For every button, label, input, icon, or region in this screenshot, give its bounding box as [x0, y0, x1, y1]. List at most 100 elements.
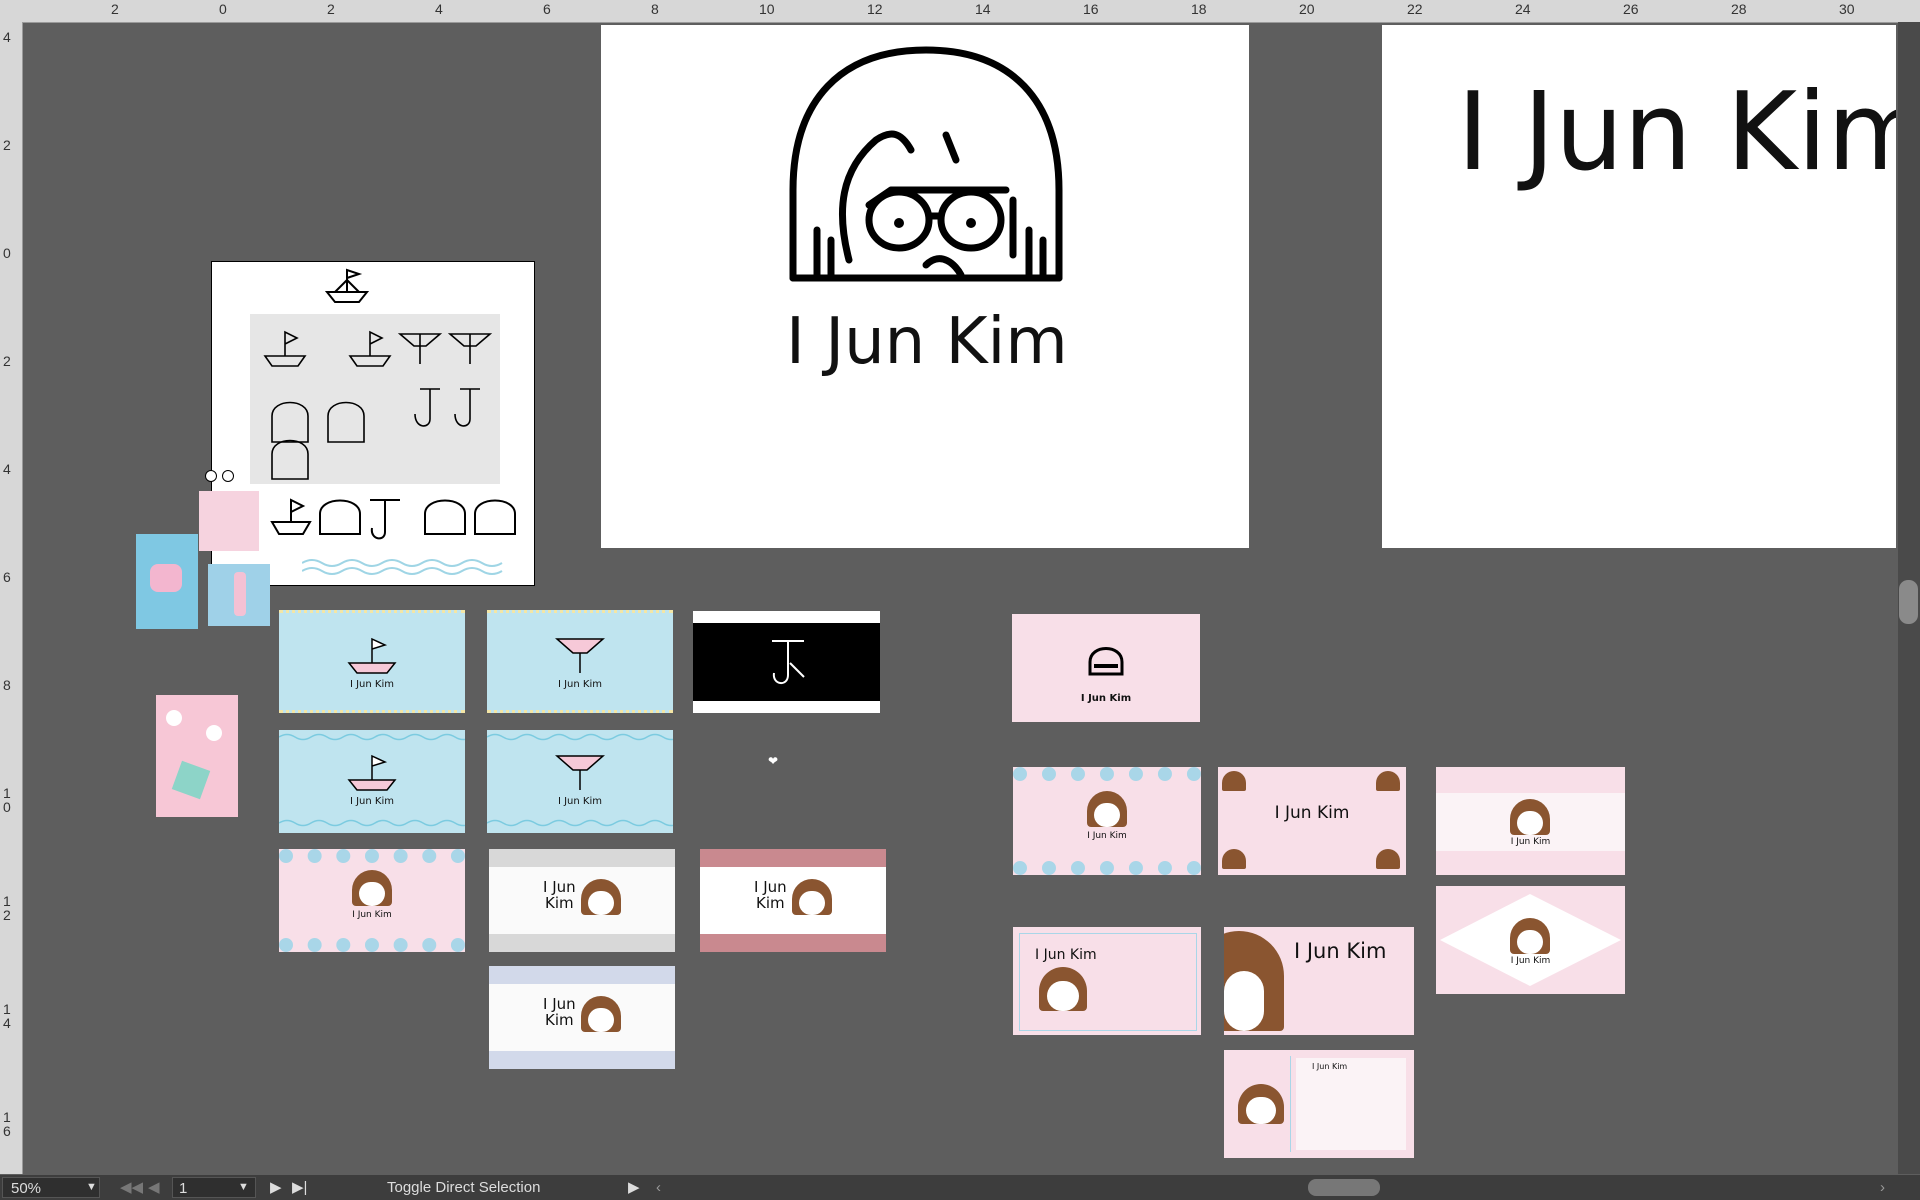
- business-card[interactable]: I Jun Kim: [1012, 614, 1200, 722]
- business-card[interactable]: I Jun Kim: [700, 849, 886, 952]
- girl-face-icon: [1224, 931, 1284, 1031]
- ruler-label: 30: [1839, 1, 1855, 17]
- card-name: I Jun Kim: [1294, 939, 1387, 963]
- business-card[interactable]: [693, 611, 880, 713]
- girl-face-icon: [1238, 1084, 1284, 1124]
- ruler-label: 2: [3, 137, 11, 153]
- ruler-label: 6: [543, 1, 551, 17]
- business-card[interactable]: I Jun Kim: [489, 849, 675, 952]
- girl-face-icon: [581, 996, 621, 1032]
- girl-face-icon: [581, 879, 621, 915]
- girl-face-icon: [1376, 849, 1400, 869]
- business-card[interactable]: I Jun Kim: [1436, 767, 1625, 875]
- artboard-logo[interactable]: I Jun Kim: [601, 25, 1249, 548]
- business-card[interactable]: I Jun Kim: [279, 610, 465, 713]
- business-card[interactable]: I Jun Kim: [487, 730, 673, 833]
- girl-face-logo-icon: [789, 46, 1063, 282]
- girl-face-icon: [1510, 918, 1550, 954]
- ruler-label: 28: [1731, 1, 1747, 17]
- business-card[interactable]: I Jun Kim: [1436, 886, 1625, 994]
- card-name-split: I Jun Kim: [543, 878, 576, 912]
- card-name: I Jun Kim: [557, 796, 602, 807]
- ruler-label: 0: [219, 1, 227, 17]
- ruler-label: 8: [3, 677, 11, 693]
- ruler-label: 1 2: [3, 893, 11, 923]
- origami-plane-icon: [555, 755, 605, 790]
- ruler-label: 1 4: [3, 1001, 11, 1031]
- business-card[interactable]: I Jun Kim: [489, 966, 675, 1069]
- photo-thumbnail[interactable]: [208, 564, 270, 626]
- card-name: I Jun Kim: [352, 910, 392, 920]
- next-page-icon[interactable]: ▶: [270, 1175, 282, 1200]
- photo-thumbnail[interactable]: [199, 491, 259, 551]
- horizontal-ruler[interactable]: 2 0 2 4 6 8 10 12 14 16 18 20 22 24 26 28 30: [0, 0, 1920, 23]
- girl-face-icon: [1087, 791, 1127, 827]
- ruler-label: 18: [1191, 1, 1207, 17]
- girl-face-icon: [1222, 849, 1246, 869]
- selection-handle[interactable]: [222, 470, 234, 482]
- scroll-right-icon[interactable]: ›: [1880, 1175, 1885, 1200]
- card-name: I Jun Kim: [1035, 947, 1097, 963]
- logo-variations-strip: [270, 498, 516, 540]
- play-icon[interactable]: ▶: [628, 1175, 640, 1200]
- ruler-label: 1 0: [3, 785, 11, 815]
- origami-plane-icon: [555, 638, 605, 673]
- wave-pattern: [302, 559, 503, 575]
- ruler-label: 2: [327, 1, 335, 17]
- monogram-icon: [772, 640, 805, 684]
- business-card[interactable]: I Jun Kim: [279, 849, 465, 952]
- card-name-split: I Jun Kim: [754, 878, 787, 912]
- card-name: I Jun Kim: [1087, 831, 1127, 841]
- ruler-label: 10: [759, 1, 775, 17]
- previous-page-icon[interactable]: ◀: [148, 1175, 160, 1200]
- card-name: I Jun Kim: [1510, 956, 1551, 966]
- ruler-label: 2: [111, 1, 119, 17]
- card-name: I Jun Kim: [1312, 1062, 1348, 1071]
- business-card[interactable]: I Jun Kim: [1013, 927, 1201, 1035]
- paper-boat-icon: [347, 637, 397, 674]
- chevron-down-icon[interactable]: ▼: [238, 1175, 249, 1200]
- girl-face-icon: [1039, 967, 1087, 1011]
- vertical-scrollbar-thumb[interactable]: [1899, 580, 1918, 624]
- scroll-left-icon[interactable]: ‹: [656, 1175, 661, 1200]
- ruler-label: 6: [3, 569, 11, 585]
- paper-boat-icon: [347, 754, 397, 791]
- ruler-label: 2: [3, 353, 11, 369]
- sketch-photo: [250, 314, 500, 484]
- heart-icon: ❤: [768, 754, 779, 768]
- last-page-icon[interactable]: ▶|: [292, 1175, 307, 1200]
- card-name: I Jun Kim: [1080, 693, 1132, 704]
- girl-face-icon: [792, 879, 832, 915]
- photo-thumbnail[interactable]: [156, 695, 238, 817]
- ruler-label: 12: [867, 1, 883, 17]
- business-card[interactable]: I Jun Kim: [1224, 1050, 1414, 1158]
- first-page-icon[interactable]: ◀◀: [120, 1175, 143, 1200]
- ruler-label: 4: [435, 1, 443, 17]
- horizontal-scrollbar-thumb[interactable]: [1308, 1179, 1380, 1196]
- chevron-down-icon[interactable]: ▼: [86, 1175, 97, 1200]
- status-bar: 50% ▼ ◀◀ ◀ 1 ▼ ▶ ▶| Toggle Direct Select…: [0, 1175, 1920, 1200]
- ruler-label: 4: [3, 461, 11, 477]
- ruler-label: 8: [651, 1, 659, 17]
- ruler-label: 24: [1515, 1, 1531, 17]
- selection-handle[interactable]: [205, 470, 217, 482]
- business-card[interactable]: I Jun Kim: [487, 610, 673, 713]
- card-name: I Jun Kim: [1274, 803, 1350, 823]
- artboard-wordmark[interactable]: I Jun Kim: [1382, 25, 1896, 548]
- girl-face-icon: [1222, 771, 1246, 791]
- card-name: I Jun Kim: [349, 679, 394, 690]
- ruler-label: 4: [3, 29, 11, 45]
- selected-moodboard[interactable]: [211, 261, 535, 586]
- ruler-label: 20: [1299, 1, 1315, 17]
- girl-face-icon: [352, 870, 392, 906]
- girl-face-icon: [1376, 771, 1400, 791]
- business-card[interactable]: I Jun Kim: [1218, 767, 1406, 875]
- photo-thumbnail[interactable]: [136, 534, 198, 629]
- business-card[interactable]: I Jun Kim: [1224, 927, 1414, 1035]
- vertical-ruler[interactable]: 4 2 0 2 4 6 8 1 0 1 2 1 4 1 6: [0, 22, 23, 1174]
- card-name: I Jun Kim: [349, 796, 394, 807]
- ruler-label: 1 6: [3, 1109, 11, 1139]
- business-card[interactable]: I Jun Kim: [279, 730, 465, 833]
- girl-face-icon: [1088, 647, 1124, 676]
- business-card[interactable]: I Jun Kim: [1013, 767, 1201, 875]
